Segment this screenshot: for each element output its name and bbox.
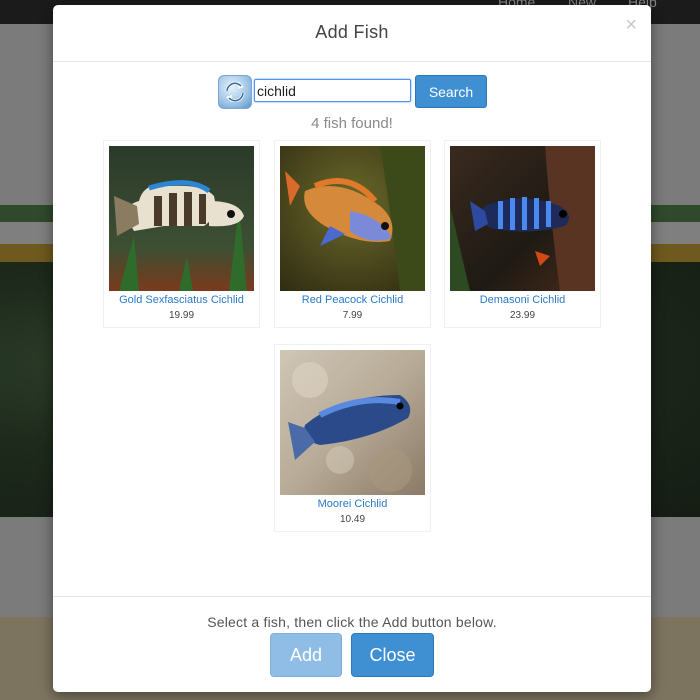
refresh-icon[interactable] <box>218 75 252 109</box>
fish-name[interactable]: Red Peacock Cichlid <box>275 294 430 306</box>
fish-price: 19.99 <box>168 310 195 321</box>
results-count: 4 fish found! <box>311 115 393 132</box>
fish-card[interactable]: Moorei Cichlid 10.49 <box>274 344 431 532</box>
fish-photo <box>109 146 254 291</box>
fish-name[interactable]: Demasoni Cichlid <box>445 294 600 306</box>
fish-name[interactable]: Gold Sexfasciatus Cichlid <box>104 294 259 306</box>
fish-photo <box>280 350 425 495</box>
search-input[interactable] <box>254 79 411 102</box>
fish-price: 7.99 <box>342 310 363 321</box>
add-button[interactable]: Add <box>270 633 342 677</box>
fish-card[interactable]: Demasoni Cichlid 23.99 <box>444 140 601 328</box>
modal-footer: Select a fish, then click the Add button… <box>53 596 651 693</box>
fish-card[interactable]: Red Peacock Cichlid 7.99 <box>274 140 431 328</box>
close-icon[interactable]: × <box>625 15 637 35</box>
add-fish-modal: Add Fish × Search 4 fish found! <box>53 5 651 692</box>
fish-price: 23.99 <box>509 310 536 321</box>
fish-price: 10.49 <box>339 514 366 525</box>
fish-photo <box>280 146 425 291</box>
close-button[interactable]: Close <box>351 633 434 677</box>
fish-photo <box>450 146 595 291</box>
search-bar: Search <box>218 73 508 109</box>
search-button[interactable]: Search <box>415 75 487 108</box>
instruction-text: Select a fish, then click the Add button… <box>207 614 497 630</box>
modal-header: Add Fish × <box>53 5 651 62</box>
fish-card[interactable]: Gold Sexfasciatus Cichlid 19.99 <box>103 140 260 328</box>
fish-name[interactable]: Moorei Cichlid <box>275 498 430 510</box>
modal-title: Add Fish <box>315 22 389 42</box>
